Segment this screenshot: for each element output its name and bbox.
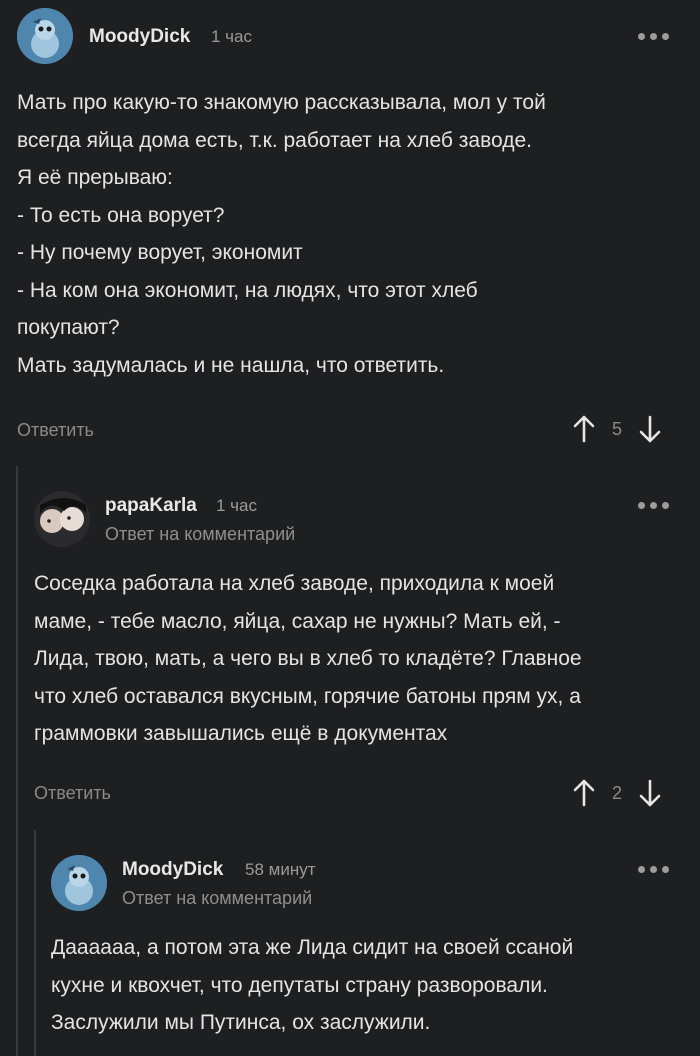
comment-line: - Ну почему ворует, экономит: [17, 241, 303, 264]
thread-line-level-1: [16, 466, 18, 1056]
more-dots-icon[interactable]: [638, 502, 669, 509]
username[interactable]: MoodyDick: [122, 859, 223, 881]
reply-button[interactable]: Ответить: [34, 783, 111, 804]
comment-text: Мать про какую-то знакомую рассказывала,…: [17, 84, 687, 384]
comment-line: Даааааа, а потом эта же Лида сидит на св…: [51, 936, 574, 959]
comment-line: - На ком она экономит, на людях, что это…: [17, 278, 478, 302]
avatar-image-icon: [17, 8, 73, 64]
avatar[interactable]: [34, 491, 90, 547]
reply-button[interactable]: Ответить: [17, 420, 94, 441]
more-dots-icon[interactable]: [638, 866, 669, 873]
avatar[interactable]: [17, 8, 73, 64]
avatar-image-icon: [51, 855, 107, 911]
timestamp: 1 час: [211, 27, 252, 46]
reply-to-link[interactable]: Ответ на комментарий: [105, 524, 295, 545]
vote-control: 2: [572, 778, 662, 808]
score: 5: [611, 418, 622, 439]
comment-line: кухне и квохчет, что депутаты страну раз…: [51, 973, 548, 997]
avatar[interactable]: [51, 855, 107, 911]
comment-line: покупают?: [17, 316, 120, 339]
more-dots-icon[interactable]: [638, 33, 669, 40]
username[interactable]: papaKarla: [105, 495, 197, 517]
comment-line: Заслужили мы Путинса, ох заслужили.: [51, 1011, 431, 1034]
comment-line: маме, - тебе масло, яйца, сахар не нужны…: [34, 609, 561, 633]
reply-to-link[interactable]: Ответ на комментарий: [122, 888, 312, 909]
arrow-up-icon[interactable]: [572, 414, 596, 444]
username[interactable]: MoodyDick: [89, 26, 190, 48]
comment-line: что хлеб оставался вкусным, горячие бато…: [34, 684, 581, 708]
vote-control: 5: [572, 414, 662, 444]
comment-text: Соседка работала на хлеб заводе, приходи…: [34, 565, 689, 753]
arrow-up-icon[interactable]: [572, 778, 596, 808]
score: 2: [611, 782, 622, 803]
comment-line: Я её прерываю:: [17, 166, 173, 189]
comment-text: Даааааа, а потом эта же Лида сидит на св…: [51, 929, 691, 1042]
comment-line: Мать про какую-то знакомую рассказывала,…: [17, 91, 546, 114]
timestamp: 58 минут: [245, 860, 316, 879]
comment-line: Мать задумалась и не нашла, что ответить…: [17, 353, 445, 377]
comment-line: всегда яйца дома есть, т.к. работает на …: [17, 128, 532, 152]
comment-line: - То есть она ворует?: [17, 203, 225, 227]
thread-line-level-2: [34, 830, 36, 1056]
timestamp: 1 час: [216, 496, 257, 515]
comment-line: Соседка работала на хлеб заводе, приходи…: [34, 572, 555, 595]
avatar-image-icon: [34, 491, 90, 547]
arrow-down-icon[interactable]: [638, 414, 662, 444]
arrow-down-icon[interactable]: [638, 778, 662, 808]
comment-line: граммовки завышались ещё в документах: [34, 722, 448, 745]
comment-line: Лида, твою, мать, а чего вы в хлеб то кл…: [34, 647, 582, 670]
